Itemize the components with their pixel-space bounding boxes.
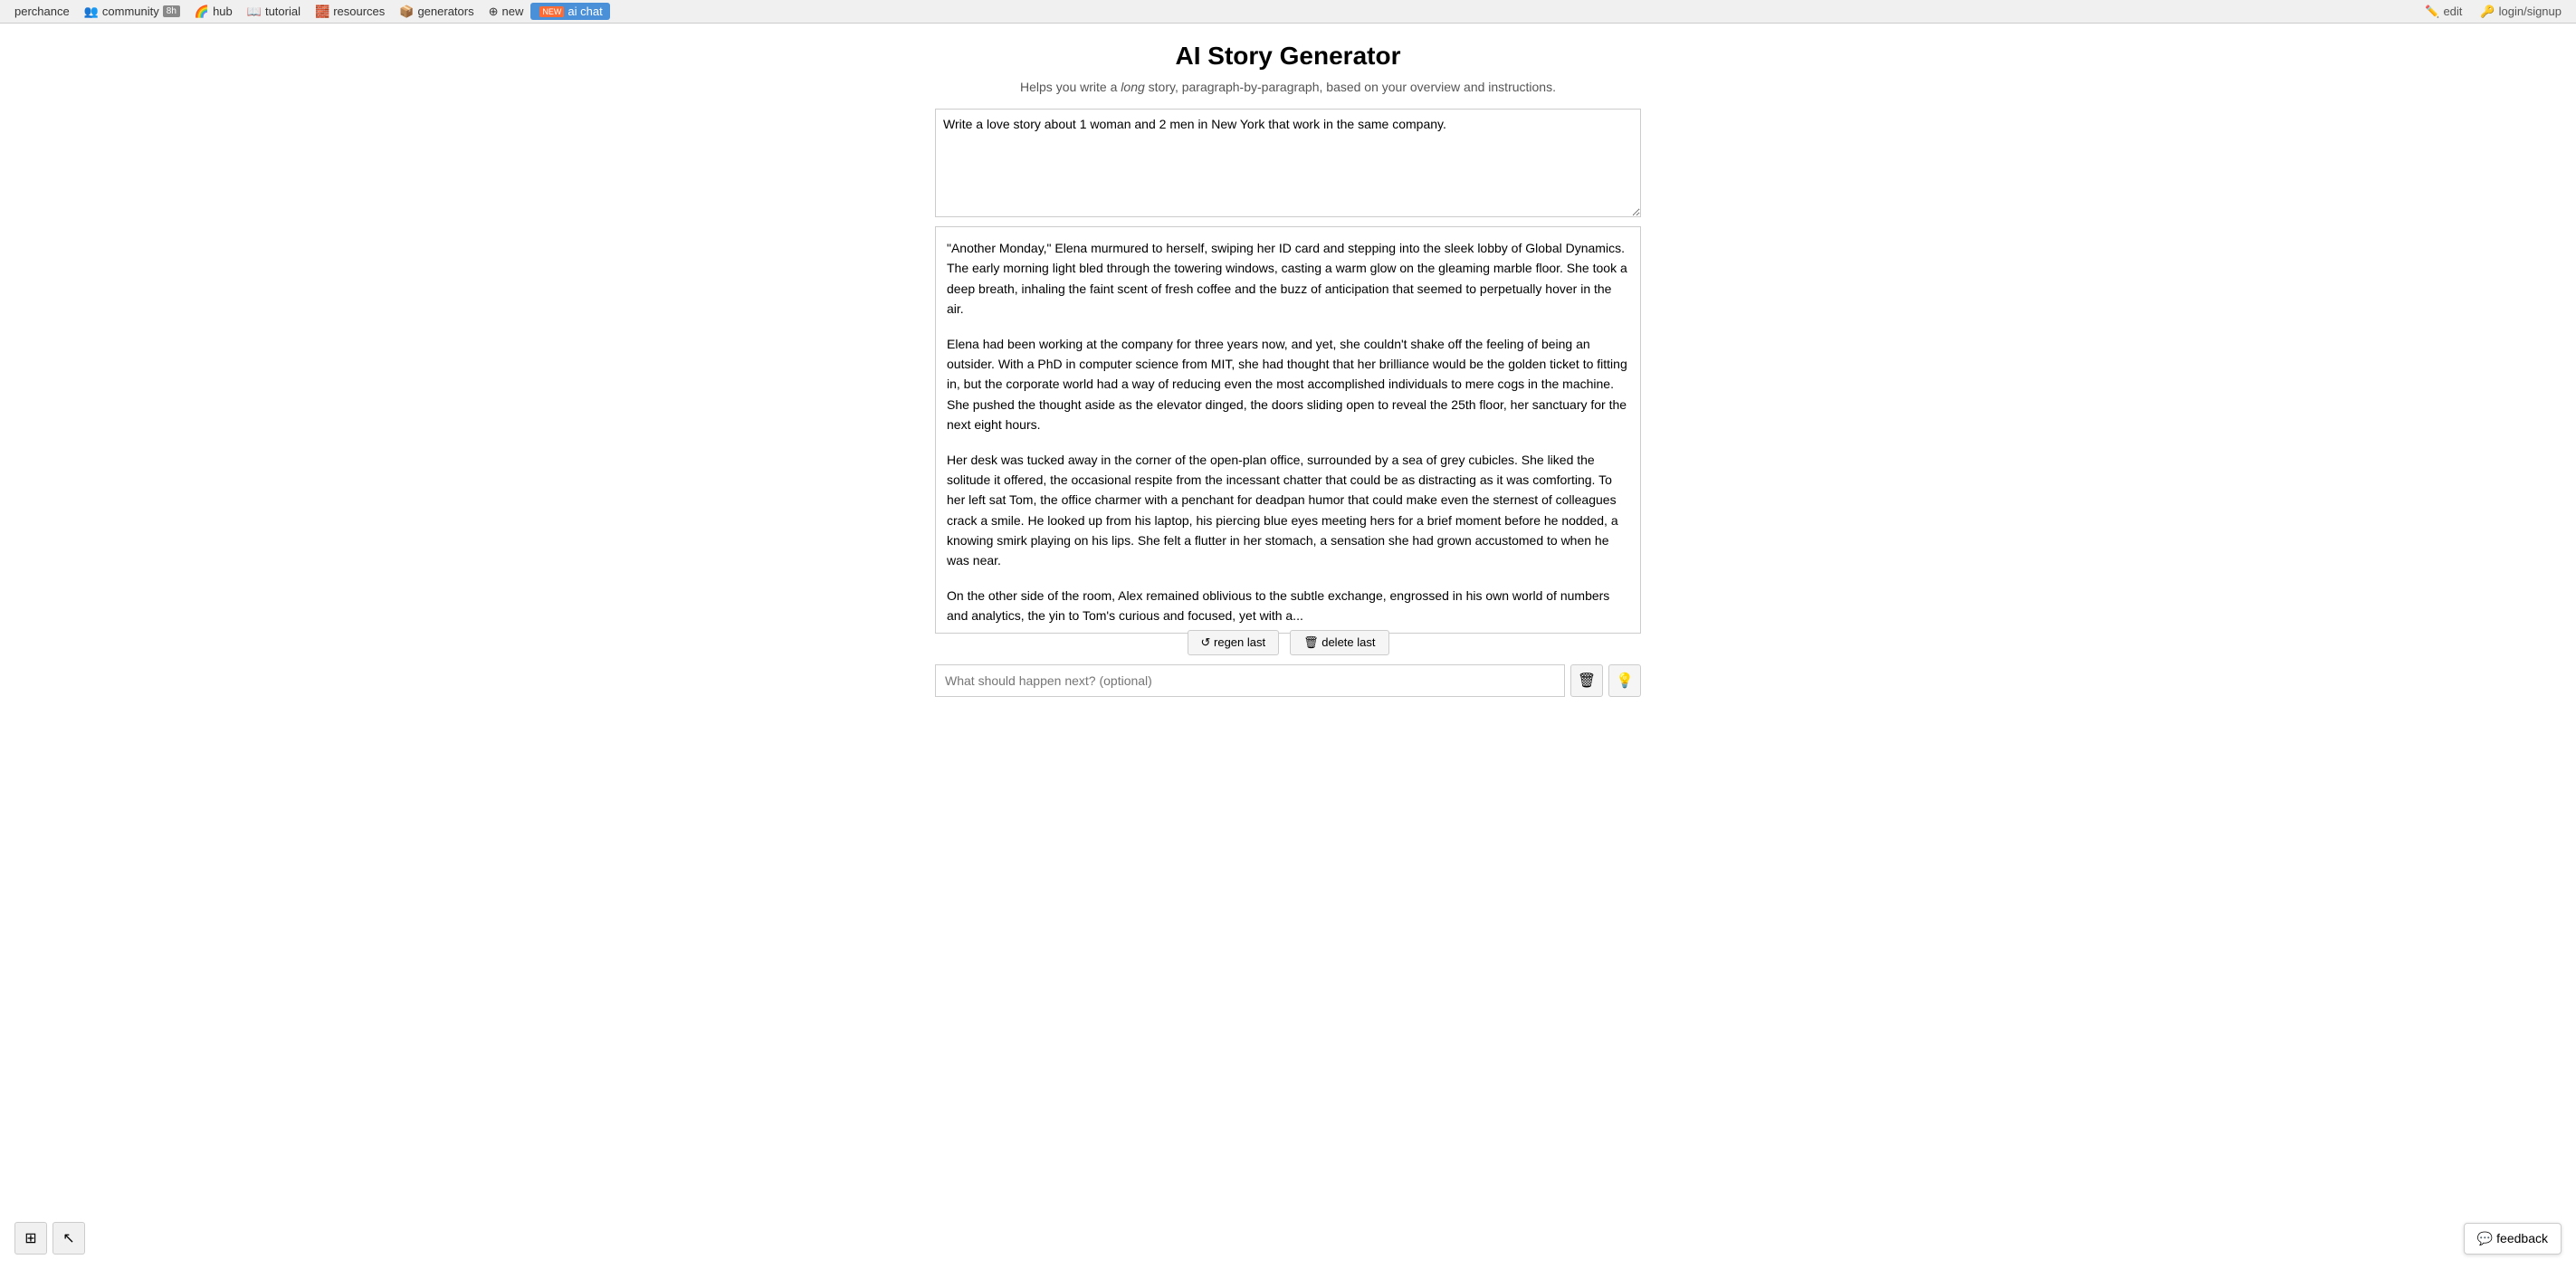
nav-login-label: login/signup <box>2499 5 2562 18</box>
subtitle-prefix: Helps you write a <box>1020 80 1121 94</box>
navbar: perchance 👥 community 8h 🌈 hub 📖 tutoria… <box>0 0 2576 24</box>
story-paragraph-1: "Another Monday," Elena murmured to hers… <box>947 238 1629 320</box>
story-paragraph-2: Elena had been working at the company fo… <box>947 334 1629 435</box>
bottom-left-icons: ⊞ ↖ <box>14 1222 85 1255</box>
new-icon: ⊕ <box>489 5 499 19</box>
nav-hub[interactable]: 🌈 hub <box>187 3 240 21</box>
story-output: "Another Monday," Elena murmured to hers… <box>935 226 1641 634</box>
lightbulb-button[interactable]: 💡 <box>1608 664 1641 697</box>
clear-input-button[interactable]: 🗑 <box>1570 664 1603 697</box>
page-subtitle: Helps you write a long story, paragraph-… <box>1020 80 1556 94</box>
story-paragraph-4: On the other side of the room, Alex rema… <box>947 586 1629 626</box>
nav-edit-label: edit <box>2443 5 2462 18</box>
page-title: AI Story Generator <box>1176 42 1401 71</box>
nav-resources-label: resources <box>333 5 385 18</box>
nav-community-label: community <box>102 5 159 18</box>
nav-ai-chat-label: ai chat <box>568 5 602 18</box>
nav-right: ✏️ edit 🔑 login/signup <box>2418 3 2569 21</box>
story-paragraph-3: Her desk was tucked away in the corner o… <box>947 450 1629 571</box>
hub-icon: 🌈 <box>195 5 209 19</box>
regen-last-button[interactable]: ↺ regen last <box>1188 630 1280 655</box>
nav-new-label: new <box>502 5 524 18</box>
nav-community[interactable]: 👥 community 8h <box>77 3 187 21</box>
community-icon: 👥 <box>84 5 99 19</box>
feedback-button[interactable]: 💬 feedback <box>2464 1223 2562 1255</box>
new-badge: NEW <box>539 6 564 17</box>
next-input-row: 🗑 💡 <box>935 664 1641 697</box>
nav-login[interactable]: 🔑 login/signup <box>2473 3 2569 21</box>
delete-last-button[interactable]: 🗑 delete last <box>1290 630 1388 655</box>
nav-tutorial-label: tutorial <box>265 5 301 18</box>
trash-icon: 🗑 <box>1578 672 1596 690</box>
grid-icon: ⊞ <box>24 1229 36 1247</box>
grid-view-button[interactable]: ⊞ <box>14 1222 47 1255</box>
nav-brand[interactable]: perchance <box>7 3 77 20</box>
next-input[interactable] <box>935 664 1565 697</box>
cursor-mode-button[interactable]: ↖ <box>52 1222 85 1255</box>
edit-icon: ✏️ <box>2425 5 2439 19</box>
nav-generators-label: generators <box>417 5 473 18</box>
nav-resources[interactable]: 🧱 resources <box>308 3 392 21</box>
prompt-textarea[interactable]: Write a love story about 1 woman and 2 m… <box>935 109 1641 217</box>
generators-icon: 📦 <box>399 5 414 19</box>
nav-hub-label: hub <box>213 5 233 18</box>
nav-new[interactable]: ⊕ new <box>482 3 531 21</box>
nav-edit[interactable]: ✏️ edit <box>2418 3 2469 21</box>
subtitle-italic: long <box>1121 80 1144 94</box>
subtitle-suffix: story, paragraph-by-paragraph, based on … <box>1145 80 1556 94</box>
story-action-buttons: ↺ regen last 🗑 delete last <box>1188 630 1389 655</box>
main-content: AI Story Generator Helps you write a lon… <box>0 24 2576 1269</box>
tutorial-icon: 📖 <box>247 5 262 19</box>
community-badge: 8h <box>163 5 180 17</box>
login-icon: 🔑 <box>2480 5 2495 19</box>
nav-tutorial[interactable]: 📖 tutorial <box>240 3 308 21</box>
lightbulb-icon: 💡 <box>1616 672 1634 690</box>
resources-icon: 🧱 <box>315 5 329 19</box>
nav-ai-chat[interactable]: NEW ai chat <box>530 3 609 20</box>
cursor-icon: ↖ <box>62 1229 74 1247</box>
nav-generators[interactable]: 📦 generators <box>392 3 481 21</box>
